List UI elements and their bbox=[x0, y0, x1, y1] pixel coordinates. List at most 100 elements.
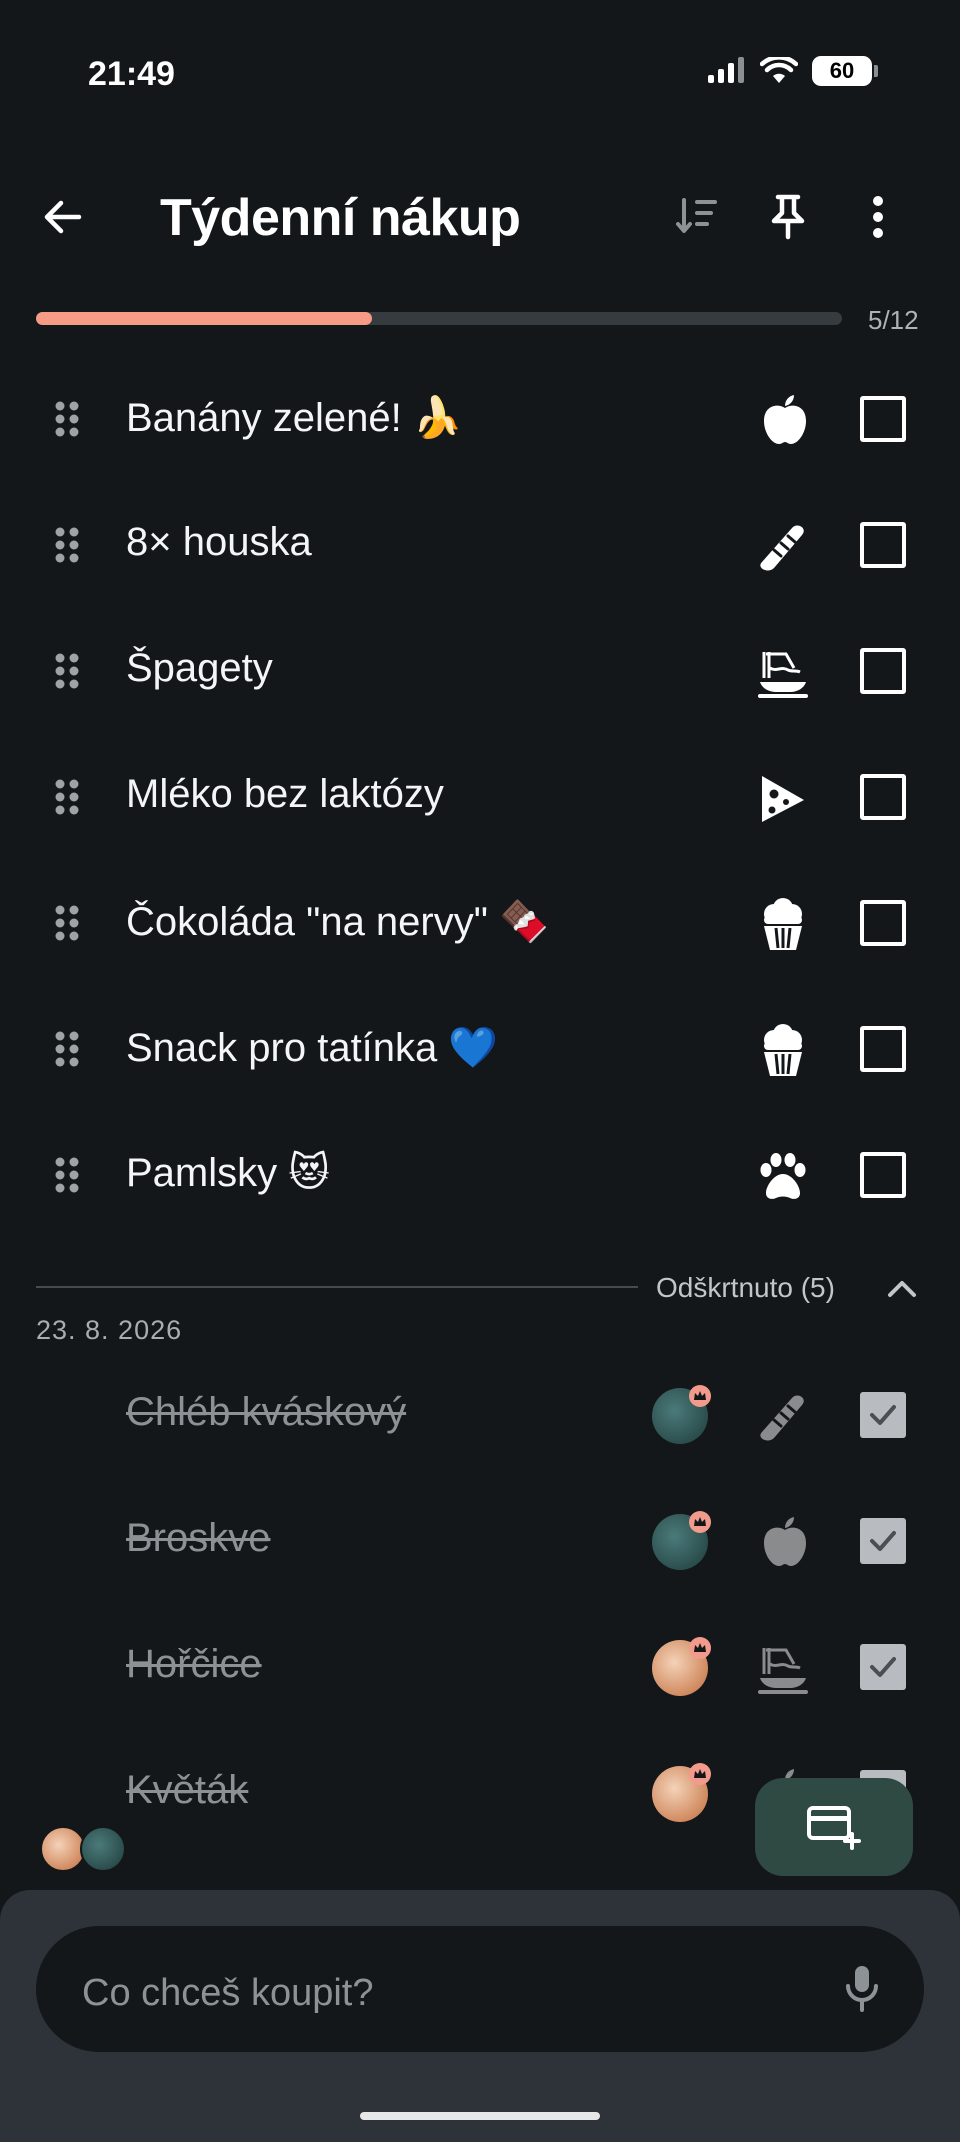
bread-icon bbox=[760, 1395, 804, 1441]
checked-list-item[interactable]: Hořčice bbox=[0, 1604, 960, 1730]
bread-icon bbox=[760, 525, 804, 571]
item-category-button[interactable] bbox=[750, 518, 816, 576]
list-item[interactable]: 8× houska bbox=[0, 482, 960, 608]
item-category-button[interactable] bbox=[750, 896, 816, 954]
add-item-field[interactable] bbox=[36, 1926, 924, 2052]
drag-handle-icon[interactable] bbox=[52, 1154, 84, 1196]
back-button[interactable] bbox=[28, 182, 98, 252]
item-category-button[interactable] bbox=[750, 1640, 816, 1698]
item-name[interactable]: Hořčice bbox=[126, 1642, 262, 1687]
checked-list-item[interactable]: Chléb kváskový bbox=[0, 1352, 960, 1478]
crown-icon bbox=[689, 1763, 711, 1785]
paw-icon bbox=[760, 1153, 806, 1199]
item-category-button[interactable] bbox=[750, 392, 816, 450]
item-name[interactable]: Snack pro tatínka 💙 bbox=[126, 1024, 498, 1071]
item-name[interactable]: Broskve bbox=[126, 1516, 271, 1561]
item-checkbox-checked[interactable] bbox=[860, 1518, 906, 1564]
apple-icon bbox=[764, 1517, 806, 1566]
item-checkbox[interactable] bbox=[860, 1152, 906, 1198]
item-name[interactable]: Banány zelené! 🍌 bbox=[126, 394, 463, 441]
user-avatar bbox=[652, 1763, 711, 1822]
drag-handle-icon[interactable] bbox=[52, 650, 84, 692]
item-name[interactable]: 8× houska bbox=[126, 520, 312, 565]
cupcake-icon bbox=[764, 1024, 802, 1076]
list-members[interactable] bbox=[40, 1826, 130, 1874]
item-checkbox[interactable] bbox=[860, 522, 906, 568]
list-item[interactable]: Špagety bbox=[0, 608, 960, 734]
drag-handle-icon[interactable] bbox=[52, 776, 84, 818]
item-checkbox-checked[interactable] bbox=[860, 1392, 906, 1438]
drag-handle-icon[interactable] bbox=[52, 902, 84, 944]
user-avatar bbox=[652, 1637, 711, 1696]
crown-icon bbox=[689, 1511, 711, 1533]
pin-button[interactable] bbox=[753, 182, 823, 252]
sort-button[interactable] bbox=[663, 182, 733, 252]
item-category-button[interactable] bbox=[750, 1022, 816, 1080]
status-icons: 60 bbox=[706, 56, 878, 86]
page-title: Týdenní nákup bbox=[160, 189, 521, 247]
item-name[interactable]: Květák bbox=[126, 1768, 248, 1813]
user-avatar bbox=[652, 1511, 711, 1570]
item-category-button[interactable] bbox=[750, 770, 816, 828]
check-icon bbox=[870, 1657, 896, 1677]
pasta-icon bbox=[758, 1648, 808, 1694]
item-category-button[interactable] bbox=[750, 1388, 816, 1446]
add-card-button[interactable] bbox=[755, 1778, 913, 1876]
list-item[interactable]: Snack pro tatínka 💙 bbox=[0, 986, 960, 1112]
item-category-button[interactable] bbox=[750, 644, 816, 702]
add-card-icon bbox=[807, 1806, 861, 1850]
checked-list-item[interactable]: Broskve bbox=[0, 1478, 960, 1604]
crown-icon bbox=[689, 1637, 711, 1659]
check-icon bbox=[870, 1531, 896, 1551]
pasta-icon bbox=[758, 652, 808, 698]
battery-level: 60 bbox=[829, 58, 855, 83]
section-divider bbox=[36, 1286, 638, 1288]
item-checkbox-checked[interactable] bbox=[860, 1644, 906, 1690]
more-vert-icon bbox=[873, 196, 883, 238]
top-app-bar: Týdenní nákup bbox=[0, 170, 960, 265]
item-checkbox[interactable] bbox=[860, 900, 906, 946]
item-checkbox[interactable] bbox=[860, 1026, 906, 1072]
mic-icon bbox=[846, 1966, 878, 2012]
progress-bar bbox=[36, 312, 842, 325]
item-checkbox[interactable] bbox=[860, 774, 906, 820]
checked-date: 23. 8. 2026 bbox=[36, 1315, 183, 1345]
battery-indicator: 60 bbox=[812, 56, 878, 86]
add-item-input[interactable] bbox=[82, 1972, 782, 2015]
item-checkbox[interactable] bbox=[860, 648, 906, 694]
signal-icon bbox=[708, 57, 744, 83]
item-name[interactable]: Čokoláda "na nervy" 🍫 bbox=[126, 898, 549, 945]
item-category-button[interactable] bbox=[750, 1148, 816, 1206]
sort-icon bbox=[676, 198, 717, 233]
crown-icon bbox=[689, 1385, 711, 1407]
pin-icon bbox=[771, 194, 805, 240]
item-name[interactable]: Pamlsky 😻 bbox=[126, 1150, 330, 1196]
member-avatar bbox=[80, 1826, 126, 1872]
list-item[interactable]: Pamlsky 😻 bbox=[0, 1112, 960, 1238]
item-checkbox[interactable] bbox=[860, 396, 906, 442]
progress-fill bbox=[36, 312, 372, 325]
drag-handle-icon[interactable] bbox=[52, 398, 84, 440]
arrow-back-icon bbox=[44, 200, 82, 234]
checked-section-toggle[interactable]: Odškrtnuto (5) bbox=[656, 1272, 835, 1304]
wifi-icon bbox=[760, 57, 798, 83]
home-indicator bbox=[360, 2112, 600, 2120]
mic-button[interactable] bbox=[834, 1960, 890, 2016]
drag-handle-icon[interactable] bbox=[52, 524, 84, 566]
item-name[interactable]: Chléb kváskový bbox=[126, 1390, 406, 1435]
item-name[interactable]: Špagety bbox=[126, 646, 273, 691]
check-icon bbox=[870, 1405, 896, 1425]
cupcake-icon bbox=[764, 898, 802, 950]
list-item[interactable]: Čokoláda "na nervy" 🍫 bbox=[0, 860, 960, 986]
drag-handle-icon[interactable] bbox=[52, 1028, 84, 1070]
list-item[interactable]: Banány zelené! 🍌 bbox=[0, 356, 960, 482]
chevron-up-icon[interactable] bbox=[880, 1270, 924, 1306]
apple-icon bbox=[764, 395, 806, 444]
progress-count: 5/12 bbox=[868, 305, 919, 335]
item-category-button[interactable] bbox=[750, 1514, 816, 1572]
more-options-button[interactable] bbox=[843, 182, 913, 252]
bottom-input-panel bbox=[0, 1890, 960, 2142]
status-bar: 21:49 60 bbox=[0, 0, 960, 150]
list-item[interactable]: Mléko bez laktózy bbox=[0, 734, 960, 860]
item-name[interactable]: Mléko bez laktózy bbox=[126, 772, 444, 817]
